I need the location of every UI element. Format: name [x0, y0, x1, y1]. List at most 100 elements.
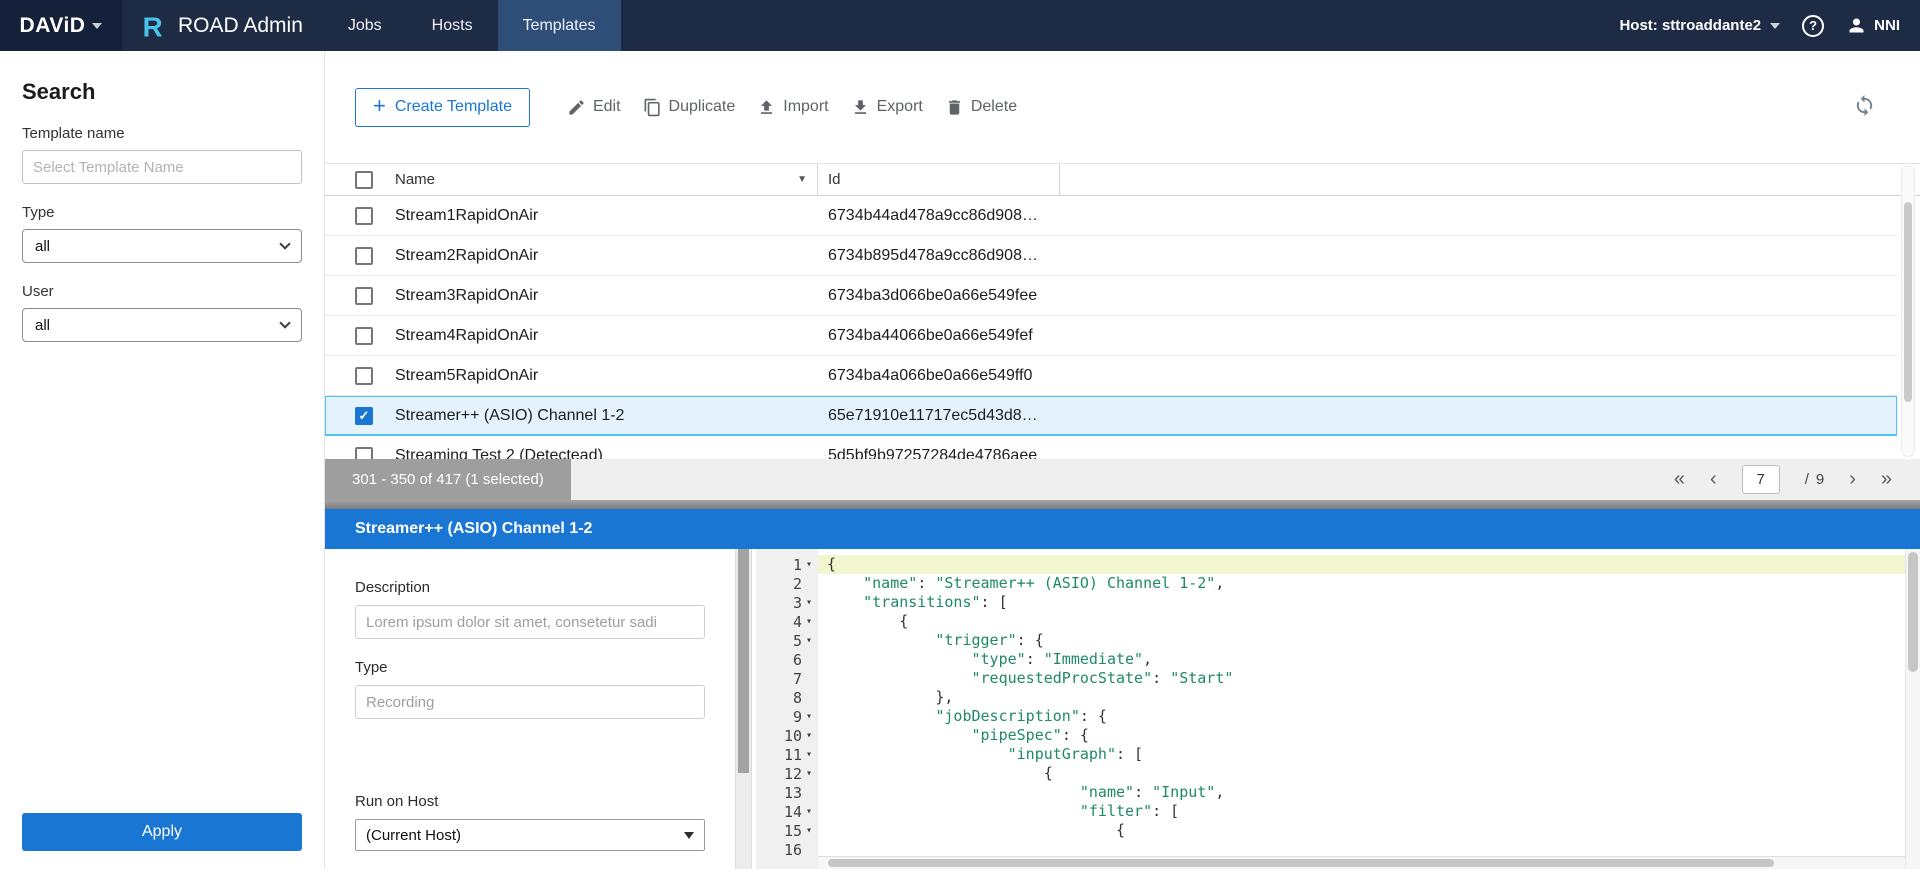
gutter-line[interactable]: 11▾ [756, 745, 818, 764]
code-line[interactable]: "requestedProcState": "Start" [818, 669, 1905, 688]
template-table: Name ▼ Id Stream1RapidOnAir6734b44ad478a… [325, 163, 1920, 459]
refresh-button[interactable] [1853, 94, 1876, 120]
fold-icon[interactable]: ▾ [802, 616, 816, 627]
code-line[interactable]: { [818, 555, 1905, 574]
form-scrollbar-thumb[interactable] [738, 549, 749, 773]
row-checkbox[interactable] [355, 247, 373, 265]
fold-icon[interactable]: ▾ [802, 730, 816, 741]
apply-button[interactable]: Apply [22, 813, 302, 851]
import-button[interactable]: Import [746, 90, 839, 125]
column-header-name[interactable]: Name ▼ [395, 164, 818, 195]
table-row[interactable]: Stream3RapidOnAir6734ba3d066be0a66e549fe… [325, 276, 1897, 316]
gutter-line[interactable]: 5▾ [756, 631, 818, 650]
nav-item-jobs[interactable]: Jobs [323, 0, 407, 51]
fold-icon[interactable]: ▾ [802, 825, 816, 836]
nav-item-hosts[interactable]: Hosts [407, 0, 498, 51]
gutter-line[interactable]: 12▾ [756, 764, 818, 783]
column-header-id[interactable]: Id [818, 164, 1060, 195]
editor-vscrollbar[interactable] [1905, 549, 1920, 869]
duplicate-button[interactable]: Duplicate [632, 90, 747, 125]
next-page-button[interactable]: › [1849, 468, 1856, 491]
edit-button[interactable]: Edit [556, 90, 632, 125]
gutter-line[interactable]: 3▾ [756, 593, 818, 612]
code-line[interactable]: "pipeSpec": { [818, 726, 1905, 745]
type-select[interactable]: all [22, 229, 302, 263]
row-checkbox[interactable]: ✓ [355, 407, 373, 425]
editor-vscrollbar-thumb[interactable] [1908, 552, 1918, 672]
template-name-input[interactable] [22, 150, 302, 184]
select-all-checkbox[interactable] [355, 171, 373, 189]
last-page-button[interactable]: » [1881, 468, 1892, 491]
table-scrollbar-thumb[interactable] [1904, 202, 1912, 402]
table-scrollbar[interactable] [1901, 165, 1915, 457]
gutter-line[interactable]: 10▾ [756, 726, 818, 745]
export-button[interactable]: Export [840, 90, 934, 125]
code-line[interactable]: { [818, 612, 1905, 631]
current-page-input[interactable] [1742, 465, 1780, 494]
host-selector[interactable]: Host: sttroaddante2 [1619, 17, 1780, 34]
code-line[interactable]: }, [818, 688, 1905, 707]
gutter-line[interactable]: 14▾ [756, 802, 818, 821]
row-checkbox[interactable] [355, 207, 373, 225]
prev-page-button[interactable]: ‹ [1710, 468, 1717, 491]
create-template-button[interactable]: + Create Template [355, 88, 530, 127]
detail-type-label: Type [355, 659, 735, 676]
code-line[interactable]: { [818, 821, 1905, 840]
code-line[interactable]: "name": "Input", [818, 783, 1905, 802]
editor-gutter: 1▾23▾4▾5▾6789▾10▾11▾12▾1314▾15▾16 [756, 549, 818, 869]
sort-descending-icon[interactable]: ▼ [797, 174, 807, 185]
code-line[interactable]: "name": "Streamer++ (ASIO) Channel 1-2", [818, 574, 1905, 593]
editor-hscrollbar-thumb[interactable] [828, 859, 1774, 867]
row-checkbox[interactable] [355, 287, 373, 305]
code-line[interactable]: "transitions": [ [818, 593, 1905, 612]
panel-resize-handle[interactable] [325, 500, 1920, 509]
fold-icon[interactable]: ▾ [802, 749, 816, 760]
user-menu[interactable]: NNI [1846, 15, 1900, 36]
code-line[interactable]: "jobDescription": { [818, 707, 1905, 726]
david-logo[interactable]: DAViD [0, 0, 122, 51]
fold-icon[interactable]: ▾ [802, 635, 816, 646]
code-line[interactable]: "filter": [ [818, 802, 1905, 821]
first-page-button[interactable]: « [1674, 468, 1685, 491]
table-row[interactable]: Stream4RapidOnAir6734ba44066be0a66e549fe… [325, 316, 1897, 356]
svg-text:R: R [143, 11, 163, 41]
editor-hscrollbar[interactable] [818, 856, 1905, 869]
user-select[interactable]: all [22, 308, 302, 342]
description-input[interactable] [355, 605, 705, 639]
fold-icon[interactable]: ▾ [802, 559, 816, 570]
fold-icon[interactable]: ▾ [802, 711, 816, 722]
topbar-right: Host: sttroaddante2 ? NNI [1619, 0, 1920, 51]
fold-icon[interactable]: ▾ [802, 597, 816, 608]
code-line[interactable]: "type": "Immediate", [818, 650, 1905, 669]
json-editor[interactable]: 1▾23▾4▾5▾6789▾10▾11▾12▾1314▾15▾16 { "nam… [756, 549, 1905, 869]
table-row[interactable]: Stream5RapidOnAir6734ba4a066be0a66e549ff… [325, 356, 1897, 396]
help-icon[interactable]: ? [1802, 15, 1824, 37]
line-number: 9 [793, 708, 802, 726]
detail-type-input[interactable] [355, 685, 705, 719]
gutter-line[interactable]: 15▾ [756, 821, 818, 840]
nav-item-templates[interactable]: Templates [498, 0, 621, 51]
delete-button[interactable]: Delete [934, 90, 1028, 125]
gutter-line[interactable]: 4▾ [756, 612, 818, 631]
row-checkbox[interactable] [355, 327, 373, 345]
fold-icon[interactable]: ▾ [802, 806, 816, 817]
row-checkbox[interactable] [355, 367, 373, 385]
fold-icon[interactable]: ▾ [802, 768, 816, 779]
row-checkbox[interactable] [355, 447, 373, 460]
table-row[interactable]: Stream1RapidOnAir6734b44ad478a9cc86d908… [325, 196, 1897, 236]
gutter-line[interactable]: 1▾ [756, 555, 818, 574]
table-row[interactable]: ✓Streamer++ (ASIO) Channel 1-265e71910e1… [325, 396, 1897, 436]
form-scrollbar[interactable] [735, 549, 752, 869]
table-row[interactable]: Stream2RapidOnAir6734b895d478a9cc86d908… [325, 236, 1897, 276]
chevron-down-icon [684, 832, 694, 839]
code-line[interactable]: { [818, 764, 1905, 783]
gutter-line[interactable]: 9▾ [756, 707, 818, 726]
editor-code[interactable]: { "name": "Streamer++ (ASIO) Channel 1-2… [818, 549, 1905, 869]
run-on-host-select[interactable]: (Current Host) [355, 819, 705, 851]
line-number: 14 [784, 803, 802, 821]
line-number: 16 [784, 841, 802, 859]
code-line[interactable]: "trigger": { [818, 631, 1905, 650]
line-number: 3 [793, 594, 802, 612]
code-line[interactable]: "inputGraph": [ [818, 745, 1905, 764]
table-row[interactable]: Streaming Test 2 (Detectead)5d5bf9b97257… [325, 436, 1897, 459]
